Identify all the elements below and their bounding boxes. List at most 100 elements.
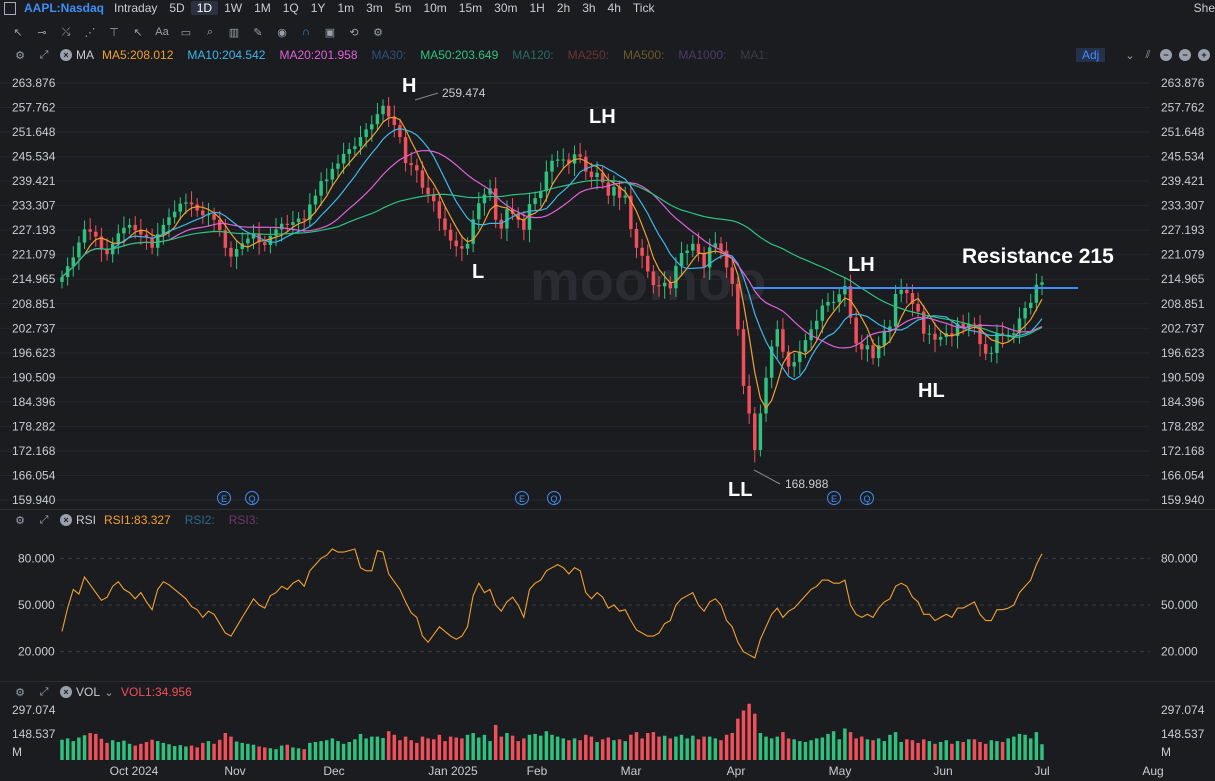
candle[interactable]: [274, 229, 278, 236]
candle[interactable]: [674, 265, 678, 289]
interval-tab[interactable]: Intraday: [108, 1, 163, 15]
gear-icon[interactable]: ⚙: [13, 513, 27, 527]
candle[interactable]: [550, 160, 554, 172]
candle[interactable]: [893, 293, 898, 327]
candle[interactable]: [640, 247, 644, 256]
candle[interactable]: [1040, 282, 1044, 285]
candle[interactable]: [144, 234, 149, 238]
candle[interactable]: [330, 168, 335, 180]
candle[interactable]: [223, 230, 228, 248]
event-marker[interactable]: [860, 491, 874, 505]
event-marker[interactable]: [515, 491, 529, 505]
candle[interactable]: [629, 195, 633, 229]
candle[interactable]: [589, 171, 594, 178]
candle[interactable]: [1017, 318, 1022, 334]
candle[interactable]: [972, 323, 977, 325]
candle[interactable]: [285, 223, 290, 225]
candle[interactable]: [161, 224, 166, 235]
candle[interactable]: [668, 282, 673, 289]
candle[interactable]: [1012, 333, 1016, 335]
pen-icon[interactable]: ✎: [251, 25, 265, 39]
candle[interactable]: [921, 311, 926, 334]
candle[interactable]: [662, 282, 667, 287]
zoom-out-icon-2[interactable]: −: [1179, 49, 1191, 61]
magnet-icon[interactable]: ∩: [299, 25, 313, 39]
candle[interactable]: [443, 218, 447, 230]
candle[interactable]: [156, 234, 160, 248]
interval-tab[interactable]: 3h: [576, 1, 601, 15]
candle[interactable]: [905, 289, 909, 294]
candle[interactable]: [651, 271, 656, 286]
interval-tab[interactable]: 4h: [602, 1, 627, 15]
candle[interactable]: [1000, 333, 1005, 336]
candle[interactable]: [426, 187, 430, 195]
candle[interactable]: [944, 333, 948, 337]
candle[interactable]: [600, 172, 605, 183]
candle[interactable]: [308, 204, 312, 220]
candle[interactable]: [837, 294, 841, 302]
polyline-tool-icon[interactable]: ⤯: [59, 25, 73, 39]
candle[interactable]: [341, 153, 346, 164]
candle[interactable]: [516, 213, 520, 220]
candle[interactable]: [347, 149, 351, 154]
interval-tab[interactable]: 15m: [453, 1, 488, 15]
interval-tab[interactable]: 30m: [488, 1, 523, 15]
interval-tab[interactable]: Tick: [627, 1, 661, 15]
candle[interactable]: [696, 243, 701, 254]
arrow-tool-icon[interactable]: ↖: [131, 25, 145, 39]
chevron-down-icon[interactable]: ⌄: [102, 685, 116, 699]
candle[interactable]: [871, 345, 875, 359]
candle[interactable]: [860, 343, 864, 350]
candle[interactable]: [775, 329, 780, 347]
candle[interactable]: [950, 333, 954, 337]
candle[interactable]: [375, 114, 380, 125]
candle[interactable]: [527, 204, 532, 230]
candle[interactable]: [403, 137, 408, 164]
interval-tab[interactable]: 5m: [389, 1, 418, 15]
candle[interactable]: [77, 242, 81, 258]
candle[interactable]: [353, 146, 357, 150]
candle[interactable]: [82, 229, 87, 243]
candle[interactable]: [195, 204, 199, 211]
candle[interactable]: [753, 413, 757, 451]
candle[interactable]: [477, 203, 481, 220]
candle[interactable]: [206, 214, 211, 216]
candle[interactable]: [71, 257, 76, 267]
candle[interactable]: [505, 209, 509, 229]
candle[interactable]: [217, 219, 222, 231]
candle[interactable]: [572, 154, 577, 164]
pane-divider[interactable]: [0, 509, 1215, 510]
candle[interactable]: [246, 238, 250, 244]
candle[interactable]: [567, 159, 571, 164]
candle[interactable]: [820, 305, 825, 321]
candle[interactable]: [578, 154, 582, 157]
candle[interactable]: [1006, 334, 1010, 336]
candle[interactable]: [679, 253, 684, 266]
candle[interactable]: [595, 172, 599, 178]
interval-tab[interactable]: 1Q: [277, 1, 305, 15]
candle[interactable]: [398, 125, 402, 138]
candle[interactable]: [139, 230, 143, 235]
candle[interactable]: [482, 194, 487, 204]
candle[interactable]: [499, 219, 504, 229]
candle[interactable]: [848, 285, 853, 318]
candle[interactable]: [493, 188, 498, 220]
candle[interactable]: [409, 163, 413, 166]
sync-icon[interactable]: ⟲: [347, 25, 361, 39]
candle[interactable]: [702, 253, 706, 268]
line-tool-icon[interactable]: ⊸: [35, 25, 49, 39]
candle[interactable]: [882, 330, 887, 346]
candle[interactable]: [691, 243, 695, 251]
candle[interactable]: [167, 217, 171, 225]
interval-tab[interactable]: 1W: [218, 1, 248, 15]
candle[interactable]: [110, 243, 115, 255]
candle[interactable]: [646, 255, 650, 272]
chevron-down-icon[interactable]: ⌄: [1123, 48, 1137, 62]
candle[interactable]: [189, 202, 194, 205]
candle[interactable]: [212, 214, 216, 220]
symbol-label[interactable]: AAPL:Nasdaq: [20, 1, 104, 15]
candle[interactable]: [229, 247, 233, 257]
candle[interactable]: [488, 188, 492, 195]
interval-tab[interactable]: 1Y: [305, 1, 332, 15]
candle[interactable]: [899, 289, 903, 294]
